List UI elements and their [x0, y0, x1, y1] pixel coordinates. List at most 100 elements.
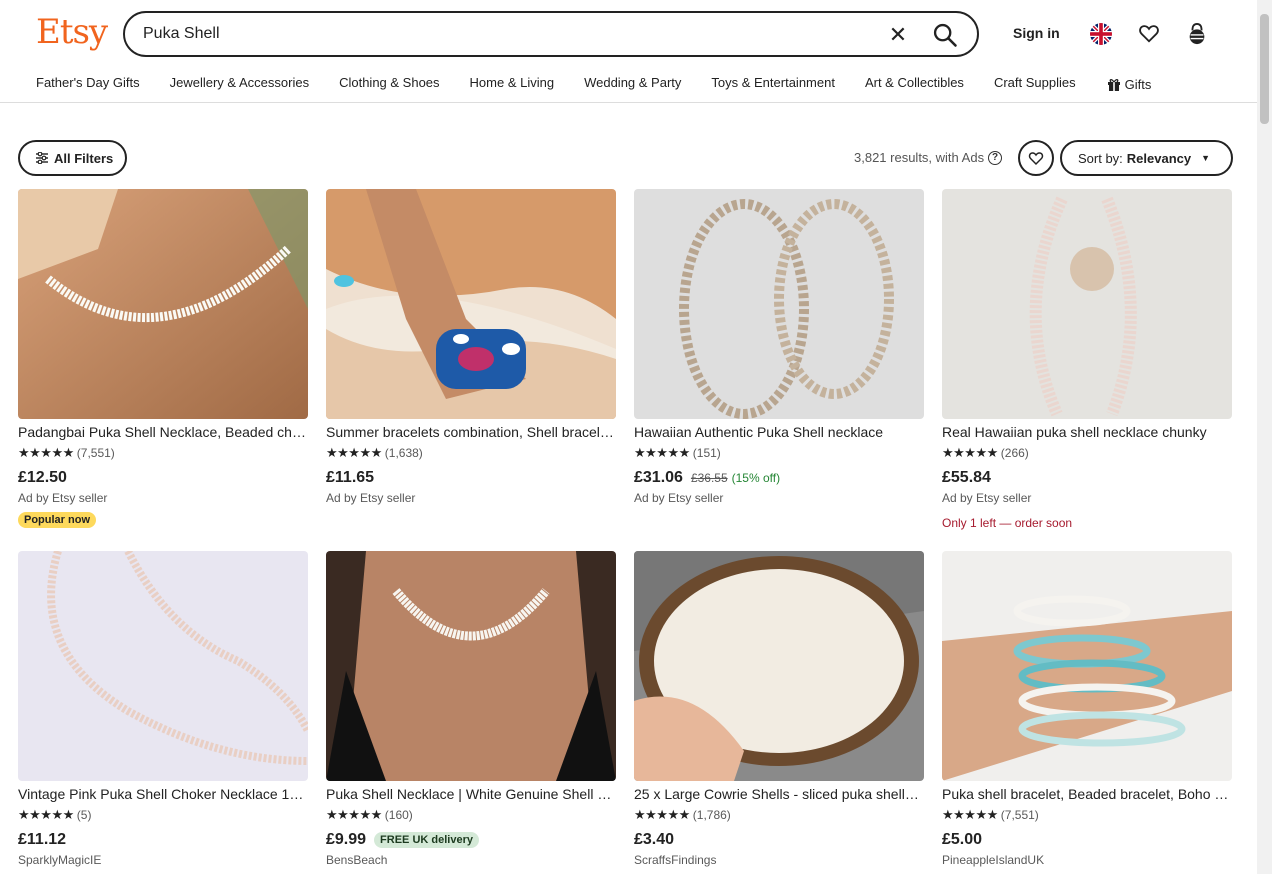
listing-rating: ★★★★★ (7,551) — [18, 445, 308, 461]
listing-title[interactable]: Puka Shell Necklace | White Genuine Shel… — [326, 786, 616, 804]
listing-price: £11.12 — [18, 831, 67, 848]
results-count: 3,821 results, with Ads ? — [854, 150, 1003, 165]
nav-wedding[interactable]: Wedding & Party — [584, 75, 681, 93]
free-delivery-badge: FREE UK delivery — [374, 832, 479, 848]
sort-dropdown[interactable]: Sort by: Relevancy ▼ — [1060, 140, 1233, 176]
cart-basket-icon[interactable] — [1186, 22, 1208, 46]
listing-price: £31.06 — [634, 469, 683, 486]
nav-gifts[interactable]: Gifts — [1107, 75, 1152, 93]
nav-art[interactable]: Art & Collectibles — [865, 75, 964, 93]
original-price: £36.55 — [690, 471, 728, 485]
sort-value: Relevancy — [1126, 150, 1192, 166]
results-count-text: 3,821 results, with Ads — [854, 150, 985, 165]
search-icon[interactable] — [931, 21, 959, 49]
star-rating-icon: ★★★★★ — [326, 445, 382, 460]
heart-icon — [1028, 152, 1044, 166]
listing-seller: BensBeach — [326, 853, 388, 867]
listing-image[interactable] — [18, 189, 308, 419]
listing-image[interactable] — [634, 551, 924, 781]
listing-card[interactable]: Puka Shell Necklace | White Genuine Shel… — [326, 551, 616, 869]
listing-image[interactable] — [942, 551, 1232, 781]
listing-rating: ★★★★★ (160) — [326, 807, 616, 823]
star-rating-icon: ★★★★★ — [634, 807, 690, 822]
listing-price: £5.00 — [942, 831, 983, 848]
listing-title[interactable]: 25 x Large Cowrie Shells - sliced puka s… — [634, 786, 924, 804]
nav-clothing[interactable]: Clothing & Shoes — [339, 75, 439, 93]
nav-jewellery[interactable]: Jewellery & Accessories — [170, 75, 309, 93]
listing-rating: ★★★★★ (7,551) — [942, 807, 1232, 823]
nav-home-living[interactable]: Home & Living — [470, 75, 555, 93]
listing-card[interactable]: Real Hawaiian puka shell necklace chunky… — [942, 189, 1232, 530]
review-count: (7,551) — [76, 446, 115, 460]
listing-card[interactable]: Vintage Pink Puka Shell Choker Necklace … — [18, 551, 308, 869]
save-search-button[interactable] — [1018, 140, 1054, 176]
ads-help-icon[interactable]: ? — [988, 150, 1003, 165]
review-count: (1,638) — [384, 446, 423, 460]
caret-down-icon: ▼ — [1201, 153, 1211, 163]
listing-seller: PineappleIslandUK — [942, 853, 1045, 867]
listing-title[interactable]: Real Hawaiian puka shell necklace chunky — [942, 424, 1232, 442]
review-count: (5) — [76, 808, 92, 822]
listing-seller: ScraffsFindings — [634, 853, 717, 867]
category-nav: Father's Day Gifts Jewellery & Accessori… — [36, 75, 1151, 93]
page-scrollbar[interactable] — [1257, 0, 1272, 874]
listing-price: £9.99 — [326, 831, 367, 848]
listing-image[interactable] — [634, 189, 924, 419]
listing-image[interactable] — [326, 551, 616, 781]
all-filters-button[interactable]: All Filters — [18, 140, 127, 176]
listing-seller: Ad by Etsy seller — [942, 491, 1032, 505]
listing-seller: Ad by Etsy seller — [326, 491, 416, 505]
review-count: (151) — [692, 446, 721, 460]
listing-rating: ★★★★★ (266) — [942, 445, 1232, 461]
review-count: (1,786) — [692, 808, 731, 822]
popular-badge: Popular now — [18, 512, 96, 528]
listing-image[interactable] — [326, 189, 616, 419]
listing-card[interactable]: Summer bracelets combination, Shell brac… — [326, 189, 616, 507]
star-rating-icon: ★★★★★ — [18, 807, 74, 822]
listing-title[interactable]: Puka shell bracelet, Beaded bracelet, Bo… — [942, 786, 1232, 804]
nav-toys[interactable]: Toys & Entertainment — [711, 75, 835, 93]
search-bar[interactable]: ✕ — [123, 11, 979, 57]
listing-price: £55.84 — [942, 469, 991, 486]
listing-title[interactable]: Vintage Pink Puka Shell Choker Necklace … — [18, 786, 308, 804]
listing-price: £3.40 — [634, 831, 675, 848]
listing-card[interactable]: 25 x Large Cowrie Shells - sliced puka s… — [634, 551, 924, 869]
nav-craft[interactable]: Craft Supplies — [994, 75, 1076, 93]
review-count: (266) — [1000, 446, 1029, 460]
favorites-heart-icon[interactable] — [1138, 22, 1160, 44]
uk-flag-icon[interactable] — [1090, 23, 1112, 45]
listing-price: £11.65 — [326, 469, 375, 486]
sort-prefix: Sort by: — [1078, 150, 1123, 166]
star-rating-icon: ★★★★★ — [634, 445, 690, 460]
review-count: (7,551) — [1000, 808, 1039, 822]
listing-seller: Ad by Etsy seller — [18, 491, 108, 505]
search-input[interactable] — [143, 23, 843, 45]
site-header: Etsy ✕ Sign in Father's Day Gifts Jewell… — [0, 0, 1257, 103]
listing-rating: ★★★★★ (151) — [634, 445, 924, 461]
listing-title[interactable]: Summer bracelets combination, Shell brac… — [326, 424, 616, 442]
listing-card[interactable]: Padangbai Puka Shell Necklace, Beaded ch… — [18, 189, 308, 528]
sign-in-link[interactable]: Sign in — [1013, 25, 1060, 41]
page-scrollbar-thumb[interactable] — [1260, 14, 1269, 124]
listing-title[interactable]: Hawaiian Authentic Puka Shell necklace — [634, 424, 924, 442]
star-rating-icon: ★★★★★ — [942, 807, 998, 822]
clear-search-icon[interactable]: ✕ — [885, 22, 911, 48]
listing-card[interactable]: Puka shell bracelet, Beaded bracelet, Bo… — [942, 551, 1232, 869]
nav-fathers-day[interactable]: Father's Day Gifts — [36, 75, 140, 93]
gift-icon — [1107, 78, 1120, 91]
listing-image[interactable] — [18, 551, 308, 781]
listing-seller: SparklyMagicIE — [18, 853, 102, 867]
stock-urgency-text: Only 1 left — order soon — [942, 516, 1073, 530]
discount-text: (15% off) — [731, 471, 781, 485]
listing-image[interactable] — [942, 189, 1232, 419]
listing-title[interactable]: Padangbai Puka Shell Necklace, Beaded ch… — [18, 424, 308, 442]
listing-seller: Ad by Etsy seller — [634, 491, 724, 505]
listing-card[interactable]: Hawaiian Authentic Puka Shell necklace ★… — [634, 189, 924, 507]
nav-gifts-label: Gifts — [1124, 76, 1152, 92]
all-filters-label: All Filters — [54, 150, 114, 166]
listing-rating: ★★★★★ (1,638) — [326, 445, 616, 461]
star-rating-icon: ★★★★★ — [942, 445, 998, 460]
etsy-logo[interactable]: Etsy — [36, 12, 108, 52]
listing-rating: ★★★★★ (1,786) — [634, 807, 924, 823]
listing-rating: ★★★★★ (5) — [18, 807, 308, 823]
